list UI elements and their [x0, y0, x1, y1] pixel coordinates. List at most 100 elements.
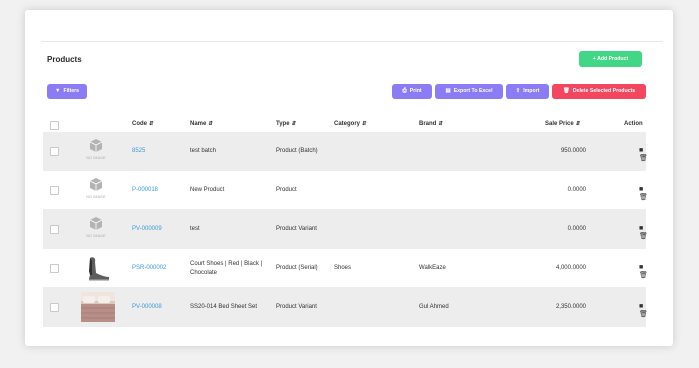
- column-code-label: Code: [132, 121, 147, 127]
- export-label: Export To Excel: [453, 88, 493, 94]
- filters-button[interactable]: ▼ Filters: [47, 84, 87, 99]
- no-image-label: NO IMAGE: [86, 234, 106, 238]
- product-name: test batch: [190, 148, 217, 154]
- column-category-label: Category: [334, 121, 361, 127]
- column-header-brand[interactable]: Brand ⇵: [419, 121, 443, 127]
- page-title: Products: [47, 55, 82, 64]
- product-code-link[interactable]: PSR-000002: [132, 265, 166, 271]
- column-header-action: Action: [624, 121, 643, 127]
- import-button[interactable]: ⇧ Import: [506, 84, 549, 99]
- delete-selected-button[interactable]: 🗑 Delete Selected Products: [552, 84, 646, 99]
- product-code-link[interactable]: PV-000009: [132, 226, 162, 232]
- row-checkbox[interactable]: [50, 303, 59, 312]
- row-checkbox[interactable]: [50, 264, 59, 273]
- table-row: PSR-000002 Court Shoes | Red | Black | C…: [43, 249, 648, 288]
- delete-icon[interactable]: 🗑: [639, 193, 648, 201]
- sort-icon: ⇵: [149, 121, 154, 127]
- column-header-category[interactable]: Category ⇵: [334, 121, 367, 127]
- product-image-shoe: [81, 253, 115, 283]
- sort-icon: ⇵: [208, 121, 213, 127]
- column-sale-price-label: Sale Price: [545, 121, 574, 127]
- sale-price: 0.0000: [567, 187, 586, 193]
- sale-price: 0.0000: [567, 226, 586, 232]
- sale-price: 4,000.0000: [555, 265, 586, 271]
- row-actions: ■🗑: [639, 264, 652, 279]
- product-type: Product (Serial): [276, 265, 318, 271]
- file-icon: ▤: [445, 88, 451, 94]
- product-type: Product Variant: [276, 304, 317, 310]
- upload-icon: ⇧: [515, 88, 521, 94]
- box-icon: [89, 217, 103, 230]
- product-name: test: [190, 226, 200, 232]
- product-type: Product (Batch): [276, 148, 318, 154]
- row-actions: ■🗑: [639, 303, 652, 318]
- no-image-placeholder: NO IMAGE: [81, 217, 111, 242]
- column-brand-label: Brand: [419, 121, 437, 127]
- column-header-code[interactable]: Code ⇵: [132, 121, 154, 127]
- delete-icon[interactable]: 🗑: [639, 154, 648, 162]
- row-checkbox[interactable]: [50, 225, 59, 234]
- sort-icon: ⇵: [291, 121, 297, 127]
- printer-icon: ⎙: [402, 88, 407, 94]
- product-brand: Gul Ahmed: [419, 304, 449, 310]
- product-name: SS20-014 Bed Sheet Set: [190, 304, 258, 310]
- view-icon[interactable]: ■: [639, 186, 643, 193]
- product-image-bedsheet: [81, 292, 115, 322]
- column-name-label: Name: [190, 121, 207, 127]
- product-name: New Product: [190, 187, 225, 193]
- table-row: NO IMAGE 8525 test batch Product (Batch)…: [43, 132, 648, 171]
- delete-icon[interactable]: 🗑: [639, 310, 648, 318]
- view-icon[interactable]: ■: [639, 147, 643, 154]
- no-image-label: NO IMAGE: [86, 156, 106, 160]
- delete-icon[interactable]: 🗑: [639, 232, 648, 240]
- row-actions: ■🗑: [639, 186, 652, 201]
- no-image-placeholder: NO IMAGE: [81, 139, 111, 164]
- row-checkbox[interactable]: [50, 147, 59, 156]
- product-category: Shoes: [334, 265, 352, 271]
- sale-price: 950.0000: [560, 148, 586, 154]
- view-icon[interactable]: ■: [639, 303, 643, 310]
- no-image-label: NO IMAGE: [86, 195, 106, 199]
- sort-icon: ⇵: [575, 121, 581, 127]
- filters-label: Filters: [63, 88, 80, 94]
- shoe-image: [81, 253, 115, 283]
- view-icon[interactable]: ■: [639, 225, 643, 232]
- box-icon: [89, 139, 103, 152]
- filter-icon: ▼: [54, 88, 61, 94]
- add-product-button[interactable]: + Add Product: [579, 51, 642, 67]
- product-code-link[interactable]: P-000018: [132, 187, 158, 193]
- column-header-type[interactable]: Type ⇵: [276, 121, 296, 127]
- divider: [41, 41, 663, 42]
- column-type-label: Type: [276, 121, 290, 127]
- column-header-sale-price[interactable]: Sale Price ⇵: [545, 121, 580, 127]
- product-code-link[interactable]: 8525: [132, 148, 145, 154]
- import-label: Import: [523, 88, 540, 94]
- sale-price: 2,350.0000: [555, 304, 586, 310]
- bedsheet-image: [81, 292, 115, 322]
- table-row: PV-000008 SS20-014 Bed Sheet Set Product…: [43, 288, 648, 327]
- row-checkbox[interactable]: [50, 186, 59, 195]
- print-button[interactable]: ⎙ Print: [392, 84, 432, 99]
- table-row: NO IMAGE P-000018 New Product Product 0.…: [43, 171, 648, 210]
- delete-icon[interactable]: 🗑: [639, 271, 648, 279]
- export-excel-button[interactable]: ▤ Export To Excel: [435, 84, 503, 99]
- product-type: Product Variant: [276, 226, 317, 232]
- sort-icon: ⇵: [362, 121, 367, 127]
- box-icon: [89, 178, 103, 191]
- delete-label: Delete Selected Products: [572, 88, 636, 94]
- column-header-name[interactable]: Name ⇵: [190, 121, 213, 127]
- product-type: Product: [276, 187, 297, 193]
- select-all-checkbox[interactable]: [50, 121, 59, 130]
- row-actions: ■🗑: [639, 147, 652, 162]
- product-name-line2: Chocolate: [190, 270, 218, 276]
- no-image-placeholder: NO IMAGE: [81, 178, 111, 203]
- row-actions: ■🗑: [639, 225, 652, 240]
- products-card: Products + Add Product ▼ Filters ⎙ Print ▤…: [25, 10, 673, 346]
- product-brand: WalkEaze: [419, 265, 446, 271]
- product-name: Court Shoes | Red | Black |: [190, 261, 263, 267]
- view-icon[interactable]: ■: [639, 264, 643, 271]
- product-code-link[interactable]: PV-000008: [132, 304, 162, 310]
- sort-icon: ⇵: [438, 121, 443, 127]
- table-row: NO IMAGE PV-000009 test Product Variant …: [43, 210, 648, 249]
- print-label: Print: [409, 88, 422, 94]
